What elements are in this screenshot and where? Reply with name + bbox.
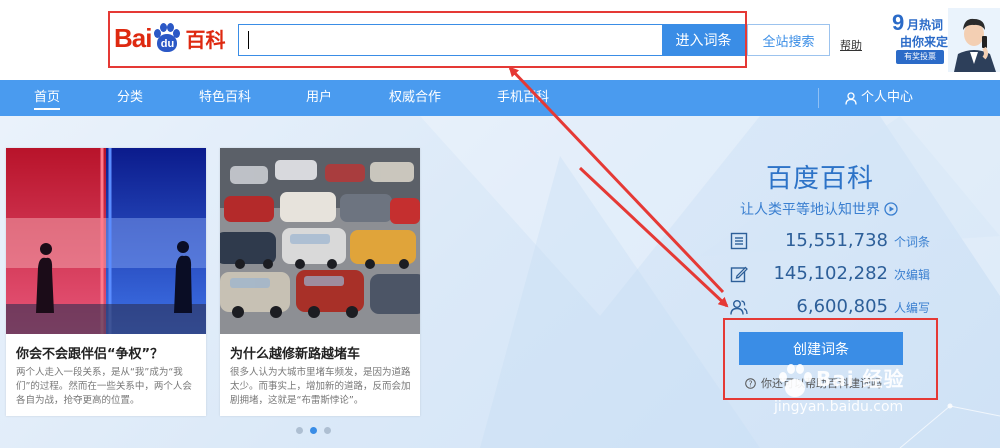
logo-bai-text: Bai xyxy=(114,22,152,53)
card-title: 为什么越修新路越堵车 xyxy=(230,347,361,362)
main-banner: 你会不会跟伴侣“争权”？ 两个人走入一段关系，是从“我”成为“我们”的过程。然而… xyxy=(0,116,1000,448)
nav-item-featured[interactable]: 特色百科 xyxy=(199,80,251,116)
baike-title: 百度百科 xyxy=(766,164,875,194)
search-input[interactable] xyxy=(238,24,662,56)
text-caret xyxy=(248,31,249,49)
play-icon xyxy=(884,202,898,216)
logo-baike-text: 百科 xyxy=(185,27,226,52)
question-icon: ? xyxy=(745,377,756,389)
site-search-button[interactable]: 全站搜索 xyxy=(747,24,830,56)
user-icon xyxy=(845,91,857,105)
carousel-dot[interactable] xyxy=(324,427,331,434)
stat-edits: 145,102,282 次编辑 xyxy=(730,263,930,284)
entries-icon xyxy=(730,232,748,249)
create-hint-link[interactable]: ? 你还可以帮助百科建词吗 xyxy=(745,375,882,391)
help-link[interactable]: 帮助 xyxy=(840,37,862,53)
stat-entries-unit: 个词条 xyxy=(894,235,931,249)
carousel-dot[interactable] xyxy=(296,427,303,434)
nav-item-users[interactable]: 用户 xyxy=(306,80,332,116)
create-entry-button[interactable]: 创建词条 xyxy=(739,332,903,365)
nav-item-category[interactable]: 分类 xyxy=(117,80,143,116)
article-card[interactable]: 为什么越修新路越堵车 很多人认为大城市里堵车频发，是因为道路太少。而事实上，增加… xyxy=(220,148,420,416)
paw-icon: du xyxy=(152,23,182,53)
baike-slogan[interactable]: 让人类平等地认知世界 xyxy=(740,199,898,219)
nav-item-partnership[interactable]: 权威合作 xyxy=(389,80,441,116)
article-card[interactable]: 你会不会跟伴侣“争权”？ 两个人走入一段关系，是从“我”成为“我们”的过程。然而… xyxy=(6,148,206,416)
main-nav: 首页 分类 特色百科 用户 权威合作 手机百科 个人中心 xyxy=(0,80,1000,116)
stat-edits-value: 145,102,282 xyxy=(773,263,888,284)
user-center-label: 个人中心 xyxy=(861,90,914,105)
stat-users-unit: 人编写 xyxy=(894,301,931,315)
logo-du-text: du xyxy=(157,34,178,52)
stat-entries: 15,551,738 个词条 xyxy=(730,230,930,251)
promo-line1: 月热词 xyxy=(907,18,944,32)
create-hint-text: 你还可以帮助百科建词吗 xyxy=(761,377,882,390)
card-description: 两个人走入一段关系，是从“我”成为“我们”的过程。然而在一些关系中，两个人会各自… xyxy=(16,367,192,406)
card-description: 很多人认为大城市里堵车频发，是因为道路太少。而事实上，增加新的道路，反而会加剧拥… xyxy=(230,367,411,406)
edit-icon xyxy=(730,266,748,282)
card-image-toy-cars xyxy=(220,148,420,334)
promo-badge: 有奖投票 xyxy=(896,50,944,64)
nav-item-home[interactable]: 首页 xyxy=(34,80,61,116)
carousel-dot-active[interactable] xyxy=(310,427,317,434)
card-image-couple xyxy=(6,148,206,334)
carousel-dots xyxy=(296,427,331,434)
users-icon xyxy=(730,299,748,315)
enter-entry-button[interactable]: 进入词条 xyxy=(662,24,745,56)
slogan-text: 让人类平等地认知世界 xyxy=(740,202,880,218)
card-title: 你会不会跟伴侣“争权”？ xyxy=(16,347,164,362)
stat-users-value: 6,600,805 xyxy=(796,296,888,317)
svg-text:?: ? xyxy=(749,379,753,388)
baidu-baike-logo[interactable]: Bai du 百科 xyxy=(114,20,225,56)
hot-words-promo[interactable]: 9 月热词 由你来定 有奖投票 xyxy=(890,8,1000,72)
nav-item-mobile[interactable]: 手机百科 xyxy=(497,80,549,116)
header: Bai du 百科 进入词条 全站搜索 帮助 9 月热词 由你来定 有奖投票 xyxy=(0,0,1000,80)
promo-person-image xyxy=(948,8,1000,72)
stat-users: 6,600,805 人编写 xyxy=(730,296,930,317)
user-center-link[interactable]: 个人中心 xyxy=(845,80,913,116)
stat-entries-value: 15,551,738 xyxy=(784,230,888,251)
promo-line2: 由你来定 xyxy=(900,35,949,49)
nav-divider xyxy=(818,88,819,108)
stat-edits-unit: 次编辑 xyxy=(894,268,931,282)
